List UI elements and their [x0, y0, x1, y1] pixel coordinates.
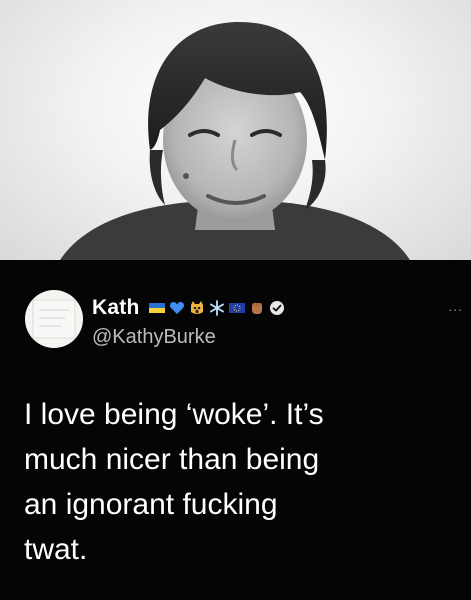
tweet-card: Kath @KathyBurke ... I love being ‘woke’…: [0, 260, 471, 600]
tweet-text: I love being ‘woke’. It’s much nicer tha…: [24, 392, 454, 572]
avatar[interactable]: [25, 290, 83, 348]
display-name[interactable]: Kath: [92, 296, 139, 320]
verified-badge-icon: [270, 301, 285, 315]
name-row: Kath: [92, 296, 285, 320]
name-emojis: [149, 300, 285, 316]
tweet-text-line: much nicer than being: [24, 443, 320, 476]
more-options-icon[interactable]: ...: [448, 298, 463, 314]
tweet-text-line: twat.: [24, 533, 88, 566]
blue-heart-icon: [170, 302, 185, 314]
user-handle[interactable]: @KathyBurke: [92, 326, 216, 349]
tweet-text-line: I love being ‘woke’. It’s: [24, 398, 324, 431]
portrait-image: [60, 21, 410, 260]
profile-photo: [0, 0, 471, 260]
screaming-cat-icon: [191, 301, 204, 314]
ukraine-flag-icon: [149, 303, 166, 313]
snowflake-icon: [210, 300, 225, 316]
tweet-text-line: an ignorant fucking: [24, 488, 278, 521]
raised-fist-icon: [252, 303, 263, 314]
eu-flag-icon: [229, 303, 246, 313]
